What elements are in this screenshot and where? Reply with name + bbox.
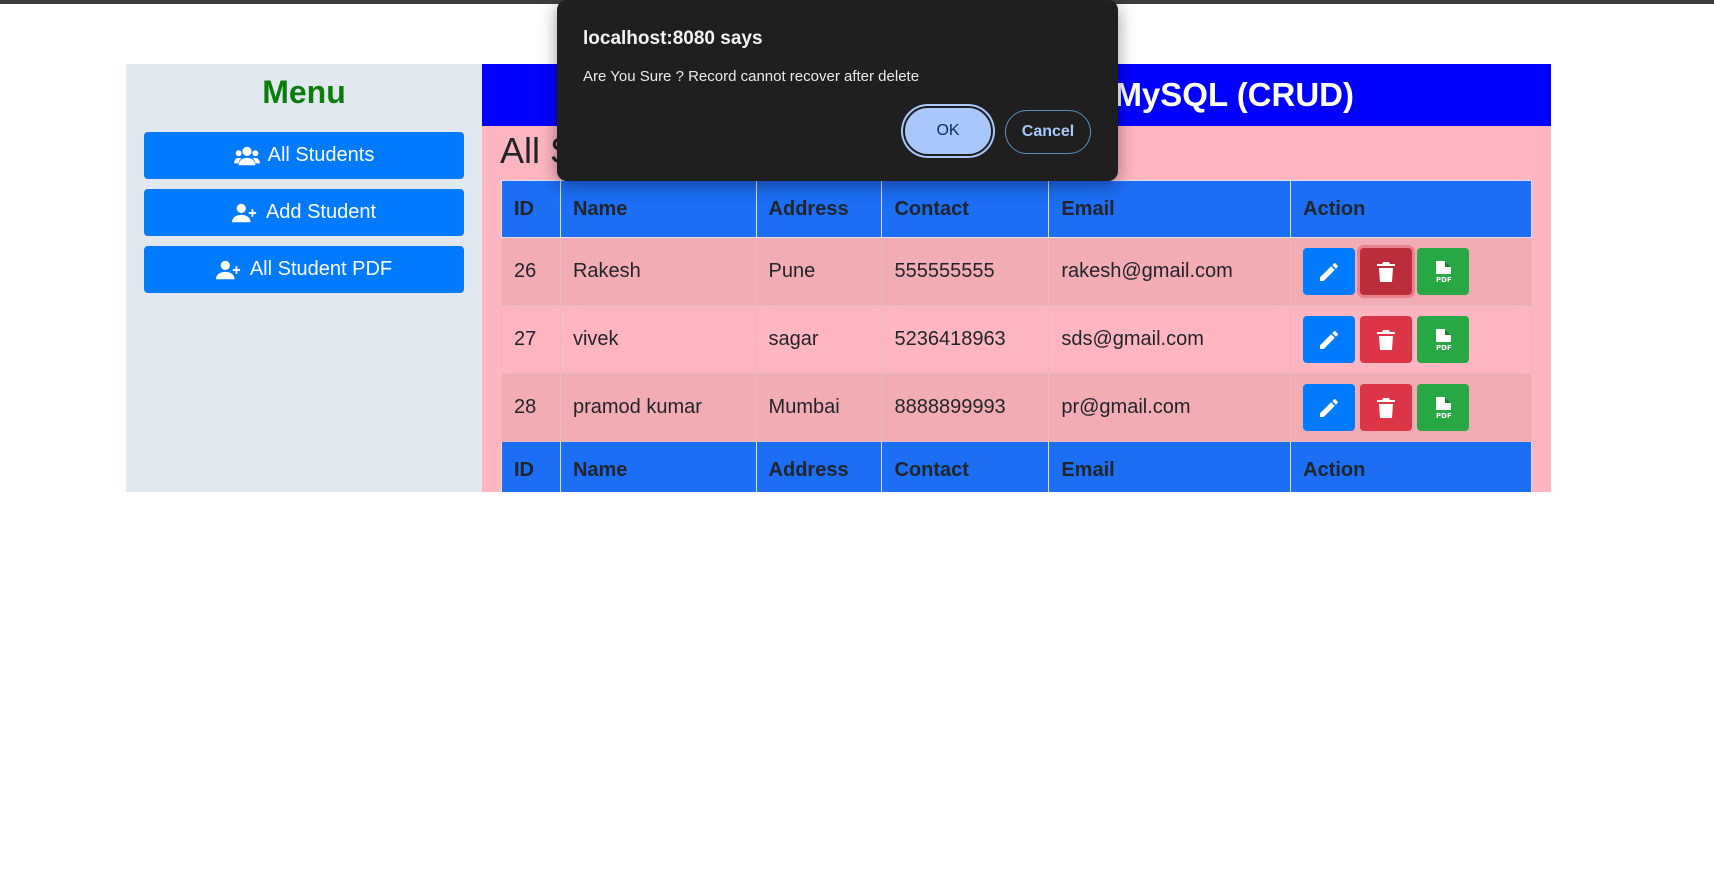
dialog-title: localhost:8080 says	[583, 28, 763, 49]
cancel-button[interactable]: Cancel	[1005, 110, 1091, 154]
svg-text:PDF: PDF	[1436, 276, 1452, 284]
pencil-icon	[1320, 330, 1339, 349]
cell-actions: PDF	[1290, 373, 1532, 442]
cell-name: vivek	[559, 305, 757, 374]
table-row: 27 vivek sagar 5236418963 sds@gmail.com	[501, 305, 1532, 374]
add-student-label: Add Student	[265, 201, 377, 223]
ok-button[interactable]: OK	[903, 106, 993, 156]
menu-title: Menu	[262, 74, 346, 110]
delete-button[interactable]	[1360, 316, 1413, 363]
cell-address: Pune	[755, 237, 883, 306]
all-student-pdf-button[interactable]: All Student PDF	[144, 246, 464, 293]
cell-id: 27	[501, 305, 561, 374]
users-icon	[233, 146, 260, 165]
user-plus-icon	[231, 203, 257, 222]
all-students-button[interactable]: All Students	[144, 132, 464, 179]
cell-contact: 5236418963	[881, 305, 1050, 374]
pdf-file-icon: PDF	[1436, 396, 1452, 420]
pdf-button[interactable]: PDF	[1417, 248, 1470, 295]
pencil-icon	[1320, 398, 1339, 417]
cell-address: sagar	[755, 305, 883, 374]
svg-text:PDF: PDF	[1436, 344, 1452, 352]
pdf-button[interactable]: PDF	[1417, 316, 1470, 363]
banner-title: + MySQL (CRUD)	[1086, 76, 1354, 113]
cell-name: Rakesh	[559, 237, 757, 306]
table-row: 28 pramod kumar Mumbai 8888899993 pr@gma…	[501, 373, 1532, 442]
table-header-row: ID Name Address Contact Email Action	[501, 180, 1532, 238]
students-table: ID Name Address Contact Email Action 26 …	[501, 180, 1532, 492]
cell-name: pramod kumar	[559, 373, 757, 442]
footer-header-id: ID	[501, 441, 561, 492]
column-header-contact: Contact	[881, 180, 1050, 238]
delete-button[interactable]	[1360, 248, 1413, 295]
column-header-name: Name	[559, 180, 757, 238]
pdf-file-icon: PDF	[1436, 328, 1452, 352]
all-student-pdf-label: All Student PDF	[249, 258, 393, 280]
cell-email: rakesh@gmail.com	[1048, 237, 1292, 306]
column-header-id: ID	[501, 180, 561, 238]
delete-button[interactable]	[1360, 384, 1413, 431]
cell-id: 28	[501, 373, 561, 442]
edit-button[interactable]	[1303, 316, 1356, 363]
footer-header-address: Address	[755, 441, 883, 492]
footer-header-contact: Contact	[881, 441, 1050, 492]
sidebar: Menu All Students Add Student All Studen…	[126, 64, 482, 492]
cell-contact: 8888899993	[881, 373, 1050, 442]
trash-icon	[1377, 397, 1396, 418]
pdf-file-icon: PDF	[1436, 260, 1452, 284]
column-header-action: Action	[1290, 180, 1532, 238]
cell-id: 26	[501, 237, 561, 306]
cell-email: sds@gmail.com	[1048, 305, 1292, 374]
all-students-label: All Students	[267, 144, 375, 166]
edit-button[interactable]	[1303, 248, 1356, 295]
footer-header-email: Email	[1048, 441, 1292, 492]
column-header-address: Address	[755, 180, 883, 238]
footer-header-action: Action	[1290, 441, 1532, 492]
table-footer-row: ID Name Address Contact Email Action	[501, 441, 1532, 492]
cell-contact: 555555555	[881, 237, 1050, 306]
cell-email: pr@gmail.com	[1048, 373, 1292, 442]
edit-button[interactable]	[1303, 384, 1356, 431]
dialog-message: Are You Sure ? Record cannot recover aft…	[583, 68, 920, 85]
cell-actions: PDF	[1290, 305, 1532, 374]
add-student-button[interactable]: Add Student	[144, 189, 464, 236]
column-header-email: Email	[1048, 180, 1292, 238]
cell-actions: PDF	[1290, 237, 1532, 306]
trash-icon	[1377, 329, 1396, 350]
trash-icon	[1377, 261, 1396, 282]
cell-address: Mumbai	[755, 373, 883, 442]
pencil-icon	[1320, 262, 1339, 281]
pdf-button[interactable]: PDF	[1417, 384, 1470, 431]
user-plus-icon	[215, 260, 240, 279]
svg-text:PDF: PDF	[1436, 412, 1452, 420]
footer-header-name: Name	[559, 441, 757, 492]
table-row: 26 Rakesh Pune 555555555 rakesh@gmail.co…	[501, 237, 1532, 306]
